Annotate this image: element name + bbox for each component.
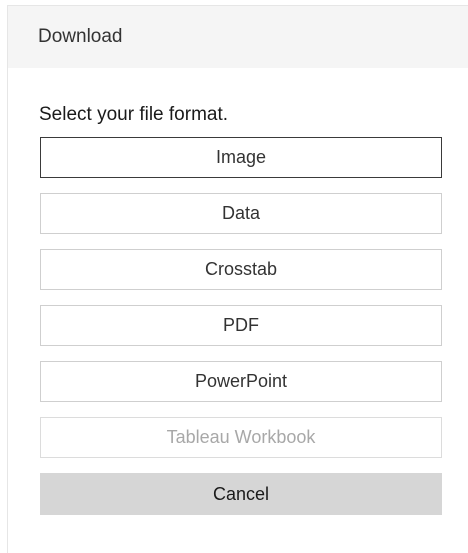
tableau-workbook-format-button: Tableau Workbook: [40, 417, 442, 458]
data-format-button[interactable]: Data: [40, 193, 442, 234]
download-dialog: Download Select your file format. Image …: [7, 5, 468, 553]
image-format-button[interactable]: Image: [40, 137, 442, 178]
dialog-title: Download: [38, 26, 123, 47]
powerpoint-format-button[interactable]: PowerPoint: [40, 361, 442, 402]
format-prompt: Select your file format.: [39, 104, 229, 125]
pdf-format-button[interactable]: PDF: [40, 305, 442, 346]
cancel-button[interactable]: Cancel: [40, 473, 442, 515]
crosstab-format-button[interactable]: Crosstab: [40, 249, 442, 290]
format-options: Image Data Crosstab PDF PowerPoint Table…: [40, 137, 442, 530]
dialog-header: Download: [8, 6, 468, 68]
